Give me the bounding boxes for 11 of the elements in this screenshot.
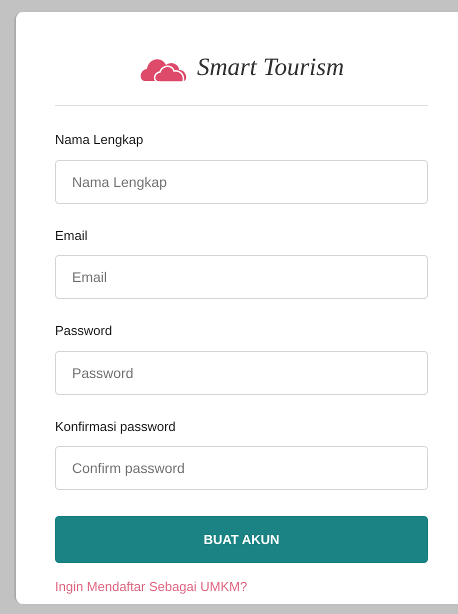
field-label: Email [55,226,89,244]
input-field[interactable]: Password [55,350,428,394]
input-field[interactable]: Email [55,255,428,299]
input-field[interactable]: Nama Lengkap [55,160,428,204]
field-label: Nama Lengkap [55,131,144,149]
logo-text: Smart Tourism [196,53,344,84]
field-label: Konfirmasi password [55,418,177,436]
input-field[interactable]: Confirm password [55,446,428,490]
submit-button[interactable]: BUAT AKUN [55,516,428,563]
field-label: Password [55,322,114,340]
register-link[interactable]: Ingin Mendaftar Sebagai UMKM? [55,577,248,596]
